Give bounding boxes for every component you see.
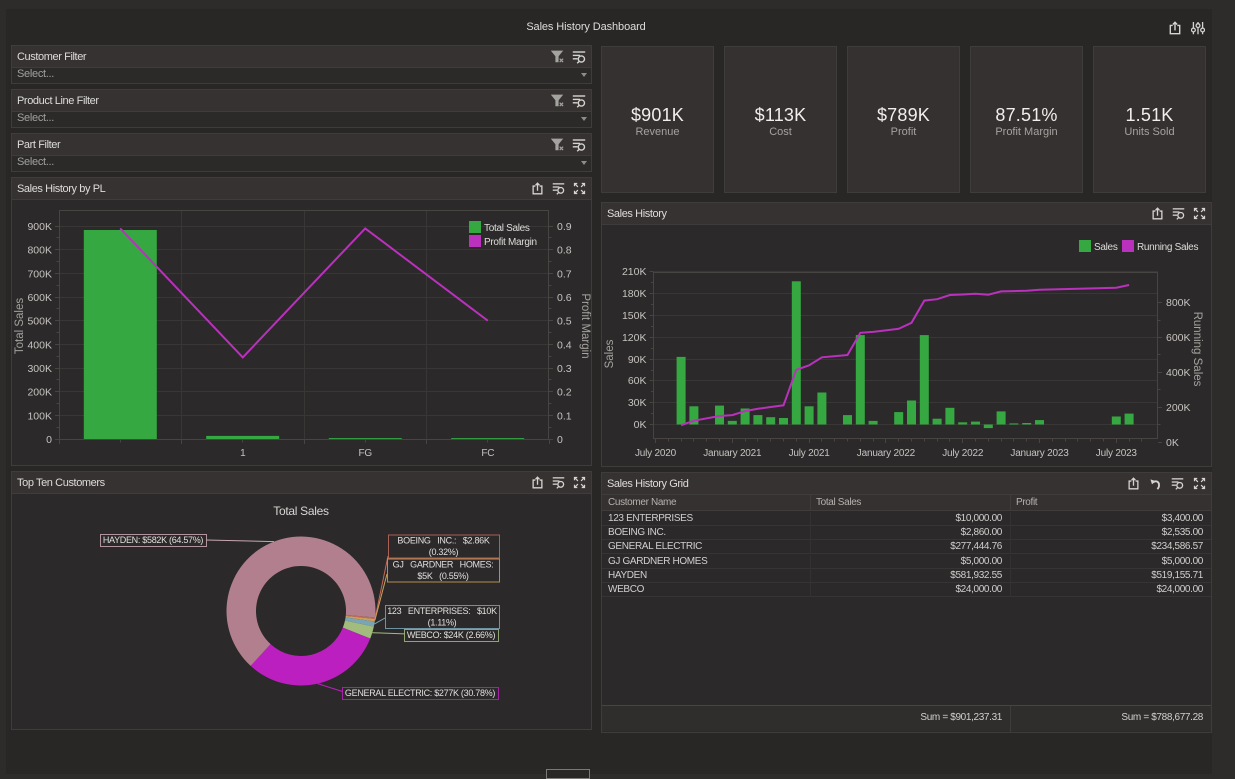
svg-text:July 2023: July 2023 [1096,448,1138,459]
svg-text:July 2022: July 2022 [942,448,984,459]
svg-text:WEBCO: $24K (2.66%): WEBCO: $24K (2.66%) [407,630,496,640]
svg-text:0.8: 0.8 [557,245,572,257]
svg-text:210K: 210K [622,266,647,278]
svg-text:60K: 60K [628,375,647,387]
svg-text:(1.11%): (1.11%) [428,618,457,628]
svg-text:Sales: Sales [1094,242,1118,253]
svg-text:90K: 90K [628,354,647,366]
svg-text:800K: 800K [27,245,52,257]
svg-text:Sales: Sales [604,339,616,368]
svg-text:GJ GARDNER HOMES:: GJ GARDNER HOMES: [393,560,494,570]
svg-text:0: 0 [557,434,563,446]
svg-text:500K: 500K [27,316,52,328]
svg-text:January 2021: January 2021 [703,448,762,459]
svg-text:0.7: 0.7 [557,268,572,280]
svg-text:GENERAL ELECTRIC: $277K (30.78: GENERAL ELECTRIC: $277K (30.78%) [345,688,495,698]
svg-text:0.5: 0.5 [557,316,572,328]
svg-text:900K: 900K [27,221,52,233]
svg-text:400K: 400K [27,339,52,351]
svg-text:600K: 600K [1166,332,1191,344]
svg-text:200K: 200K [1166,402,1191,414]
svg-text:123 ENTERPRISES: $10K: 123 ENTERPRISES: $10K [387,606,497,616]
svg-text:700K: 700K [27,268,52,280]
svg-text:BOEING INC.: $2.86K: BOEING INC.: $2.86K [397,536,489,546]
svg-text:400K: 400K [1166,367,1191,379]
svg-text:0.4: 0.4 [557,339,572,351]
svg-text:Total Sales: Total Sales [484,223,530,234]
svg-text:FC: FC [481,448,494,459]
svg-text:Running Sales: Running Sales [1191,312,1203,387]
svg-text:600K: 600K [27,292,52,304]
svg-text:Running Sales: Running Sales [1137,242,1198,253]
svg-text:July 2021: July 2021 [789,448,831,459]
svg-text:Profit Margin: Profit Margin [484,237,537,248]
svg-text:Total Sales: Total Sales [14,298,26,355]
svg-text:January 2023: January 2023 [1010,448,1069,459]
svg-text:300K: 300K [27,363,52,375]
svg-text:FG: FG [358,448,372,459]
svg-text:150K: 150K [622,310,647,322]
svg-text:180K: 180K [622,288,647,300]
svg-text:0.1: 0.1 [557,410,572,422]
svg-text:$5K (0.55%): $5K (0.55%) [417,571,468,581]
svg-text:HAYDEN: $582K (64.57%): HAYDEN: $582K (64.57%) [103,535,204,545]
svg-text:0.9: 0.9 [557,221,572,233]
svg-text:0.2: 0.2 [557,387,572,399]
svg-text:0K: 0K [1166,437,1179,449]
svg-text:0.3: 0.3 [557,363,572,375]
svg-text:0.6: 0.6 [557,292,572,304]
svg-text:30K: 30K [628,397,647,409]
svg-text:200K: 200K [27,387,52,399]
svg-text:100K: 100K [27,410,52,422]
svg-text:0K: 0K [634,419,647,431]
svg-text:January 2022: January 2022 [857,448,916,459]
svg-text:Total Sales: Total Sales [273,504,329,518]
svg-text:0: 0 [46,434,52,446]
svg-text:1: 1 [240,448,246,459]
svg-text:120K: 120K [622,332,647,344]
svg-text:800K: 800K [1166,297,1191,309]
svg-text:July 2020: July 2020 [635,448,677,459]
svg-text:(0.32%): (0.32%) [429,547,459,557]
svg-text:Profit Margin: Profit Margin [579,293,591,358]
